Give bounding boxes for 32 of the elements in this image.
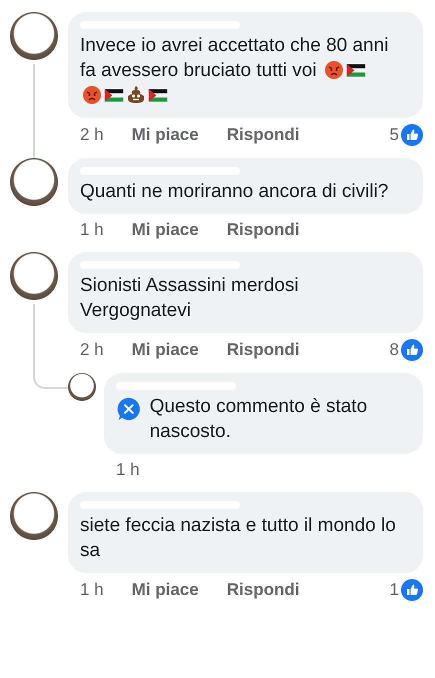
like-link[interactable]: Mi piace (132, 340, 199, 360)
avatar[interactable] (68, 373, 96, 401)
avatar[interactable] (10, 12, 58, 60)
comment-text: siete feccia nazista e tutto il mondo lo sa (80, 514, 397, 563)
like-link[interactable]: Mi piace (132, 125, 199, 145)
poop-icon (126, 85, 146, 105)
comment-text: Quanti ne moriranno ancora di civili? (80, 180, 390, 204)
comment-time: 1 h (80, 580, 104, 600)
avatar[interactable] (10, 158, 58, 206)
angry-face-icon (324, 60, 344, 80)
comment-time: 1 h (116, 460, 140, 480)
hidden-comment-notice: Questo commento è stato nascosto. (150, 395, 368, 444)
like-count: 8 (390, 340, 399, 360)
like-icon (401, 339, 423, 361)
comment-text: Sionisti Assassini merdosi Vergognatevi (80, 274, 300, 323)
reply-link[interactable]: Rispondi (226, 125, 300, 145)
like-count: 5 (390, 125, 399, 145)
comment-time: 1 h (80, 220, 104, 240)
like-icon (401, 579, 423, 601)
like-link[interactable]: Mi piace (132, 220, 199, 240)
avatar[interactable] (10, 252, 58, 300)
like-link[interactable]: Mi piace (132, 580, 199, 600)
comment-time: 2 h (80, 340, 104, 360)
like-icon (401, 124, 423, 146)
like-count: 1 (390, 580, 399, 600)
comment-text: Invece io avrei accettato che 80 anni fa avessero bruciato tutti voi (80, 33, 402, 108)
reply-link[interactable]: Rispondi (226, 220, 300, 240)
reply-link[interactable]: Rispondi (226, 580, 300, 600)
reply-link[interactable]: Rispondi (226, 340, 300, 360)
angry-face-icon (82, 85, 102, 105)
comment-time: 2 h (80, 125, 104, 145)
avatar[interactable] (10, 492, 58, 540)
